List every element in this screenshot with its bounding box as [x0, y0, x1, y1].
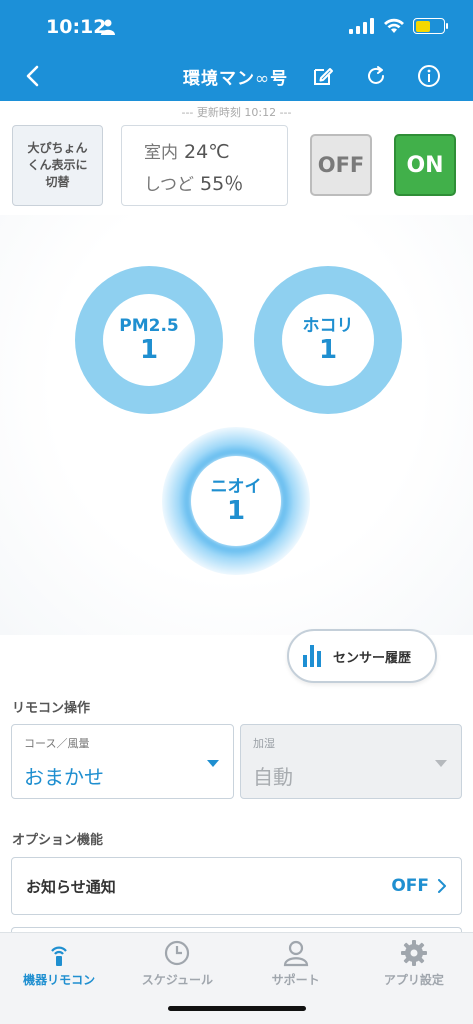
sensor-odor-inner: ニオイ 1: [191, 456, 281, 546]
signal-icon: [349, 18, 374, 34]
title-prefix: 環境マン: [183, 69, 255, 89]
tab-schedule-label: スケジュール: [141, 973, 213, 987]
sensor-pm25-label: PM2.5: [119, 316, 179, 336]
sensor-dust: ホコリ 1: [254, 266, 402, 414]
temperature-label: 室内: [144, 143, 178, 163]
home-indicator: [168, 1006, 306, 1011]
back-icon[interactable]: [22, 64, 44, 88]
course-caption: コース／風量: [24, 737, 90, 750]
status-indicators: [349, 18, 448, 34]
sensor-odor-value: 1: [226, 496, 246, 526]
app-header: 10:12 環境マン∞号: [0, 0, 473, 101]
sensor-pm25-inner: PM2.5 1: [103, 294, 195, 386]
sensor-pm25-value: 1: [139, 335, 159, 365]
chevron-down-icon: [435, 760, 447, 767]
refresh-icon[interactable]: [364, 64, 388, 88]
notification-label: お知らせ通知: [26, 877, 116, 896]
power-off-button[interactable]: OFF: [310, 134, 372, 196]
switch-view-button[interactable]: 大ぴちょんくん表示に切替: [12, 125, 103, 206]
device-remote-icon: [51, 946, 67, 966]
bar-chart-icon: [303, 645, 321, 667]
humidity-label: しつど: [144, 175, 194, 195]
title-suffix: 号: [270, 69, 289, 89]
room-climate-panel: 室内 24℃ しつど 55％: [121, 125, 288, 206]
power-on-button[interactable]: ON: [394, 134, 456, 196]
tab-device-remote-label: 機器リモコン: [23, 973, 96, 987]
course-value: おまかせ: [24, 765, 104, 789]
humidify-caption: 加湿: [253, 737, 275, 750]
humidity-value: 55％: [200, 173, 244, 195]
edit-icon[interactable]: [311, 64, 335, 88]
temperature-value: 24℃: [184, 141, 230, 163]
notification-setting-row[interactable]: お知らせ通知 OFF: [11, 857, 462, 915]
info-icon[interactable]: [417, 64, 441, 88]
status-time: 10:12: [46, 16, 107, 38]
options-section-title: オプション機能: [12, 833, 104, 848]
sensor-odor-label: ニオイ: [210, 477, 262, 497]
notification-state: OFF: [391, 876, 429, 896]
clock-icon: [165, 940, 190, 966]
page-title: 環境マン∞号: [183, 64, 288, 89]
sensor-pm25: PM2.5 1: [75, 266, 223, 414]
sensor-history-button[interactable]: センサー履歴: [287, 629, 437, 683]
gear-icon: [400, 940, 427, 966]
tab-device-remote[interactable]: 機器リモコン: [0, 933, 118, 1024]
tab-support-label: サポート: [271, 973, 320, 987]
temperature-row: 室内 24℃: [144, 138, 287, 163]
sensor-dust-inner: ホコリ 1: [282, 294, 374, 386]
remote-section-title: リモコン操作: [12, 701, 91, 716]
sensor-history-label: センサー履歴: [333, 650, 412, 666]
course-select[interactable]: コース／風量 おまかせ: [11, 724, 234, 799]
wifi-icon: [384, 18, 404, 33]
sensor-dust-label: ホコリ: [302, 316, 354, 336]
title-glyph: ∞: [255, 69, 271, 89]
humidify-value: 自動: [253, 765, 293, 789]
person-icon: [101, 19, 115, 35]
tab-app-settings[interactable]: アプリ設定: [355, 933, 473, 1024]
chevron-right-icon: [438, 879, 446, 893]
person-icon: [283, 940, 308, 967]
chevron-down-icon: [207, 760, 219, 767]
humidity-row: しつど 55％: [144, 169, 287, 196]
sensor-dust-value: 1: [318, 335, 338, 365]
sensor-odor: ニオイ 1: [162, 427, 310, 575]
updated-time: --- 更新時刻 10:12 ---: [181, 106, 292, 119]
battery-icon: [413, 18, 448, 34]
humidify-select[interactable]: 加湿 自動: [240, 724, 462, 799]
sensor-panel: PM2.5 1 ホコリ 1 ニオイ 1: [0, 215, 473, 635]
tab-app-settings-label: アプリ設定: [383, 973, 444, 987]
